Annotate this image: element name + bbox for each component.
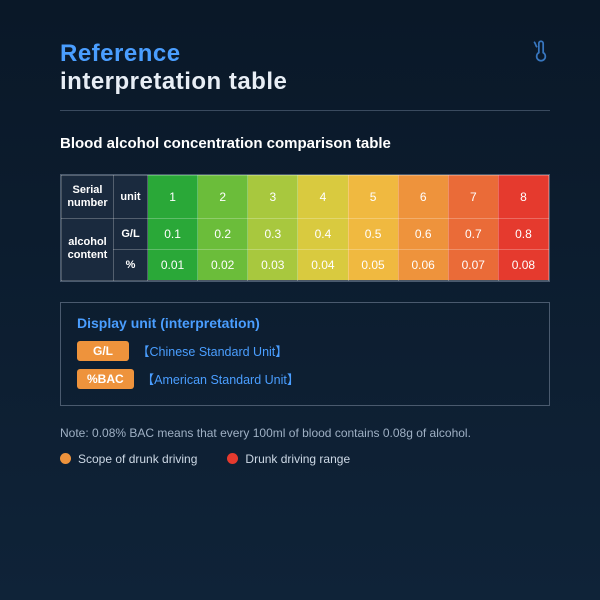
- serial-7: 7: [448, 175, 498, 218]
- interp-row-gl: G/L 【Chinese Standard Unit】: [77, 341, 533, 361]
- table-cell: 0.02: [198, 249, 248, 280]
- table-cell: 0.03: [248, 249, 298, 280]
- legend-drunk-range: Drunk driving range: [227, 452, 350, 466]
- dot-red-icon: [227, 453, 238, 464]
- pill-bac-label: 【American Standard Unit】: [142, 369, 300, 388]
- legend-label: Scope of drunk driving: [78, 452, 197, 466]
- subtitle: Blood alcohol concentration comparison t…: [60, 133, 550, 156]
- page-title-line2: interpretation table: [60, 68, 550, 111]
- footnote: Note: 0.08% BAC means that every 100ml o…: [60, 424, 550, 442]
- pill-bac: %BAC: [77, 369, 134, 389]
- table-cell: 0.07: [448, 249, 498, 280]
- thermometer-icon: [528, 38, 554, 69]
- table-cell: 0.04: [298, 249, 348, 280]
- table-cell: 0.1: [148, 218, 198, 249]
- table-cell: 0.08: [498, 249, 548, 280]
- serial-2: 2: [198, 175, 248, 218]
- interp-row-bac: %BAC 【American Standard Unit】: [77, 369, 533, 389]
- pill-gl: G/L: [77, 341, 129, 361]
- serial-6: 6: [398, 175, 448, 218]
- dot-orange-icon: [60, 453, 71, 464]
- unit-percent: %: [114, 249, 148, 280]
- table-cell: 0.3: [248, 218, 298, 249]
- bac-table: Serial number unit 1 2 3 4 5 6 7 8 alcoh…: [60, 174, 550, 282]
- table-cell: 0.8: [498, 218, 548, 249]
- pill-gl-label: 【Chinese Standard Unit】: [137, 341, 288, 360]
- serial-8: 8: [498, 175, 548, 218]
- page-title-line1: Reference: [60, 40, 550, 68]
- table-cell: 0.06: [398, 249, 448, 280]
- header-alcohol: alcohol content: [62, 218, 114, 280]
- table-cell: 0.6: [398, 218, 448, 249]
- serial-5: 5: [348, 175, 398, 218]
- table-cell: 0.01: [148, 249, 198, 280]
- serial-4: 4: [298, 175, 348, 218]
- table-cell: 0.4: [298, 218, 348, 249]
- serial-1: 1: [148, 175, 198, 218]
- legend-label: Drunk driving range: [245, 452, 350, 466]
- interpretation-title: Display unit (interpretation): [77, 315, 533, 331]
- legend: Scope of drunk driving Drunk driving ran…: [60, 452, 550, 466]
- table-cell: 0.05: [348, 249, 398, 280]
- legend-drunk-scope: Scope of drunk driving: [60, 452, 197, 466]
- header-serial: Serial number: [62, 175, 114, 218]
- header-unit: unit: [114, 175, 148, 218]
- table-cell: 0.2: [198, 218, 248, 249]
- unit-gl: G/L: [114, 218, 148, 249]
- table-cell: 0.5: [348, 218, 398, 249]
- serial-3: 3: [248, 175, 298, 218]
- table-cell: 0.7: [448, 218, 498, 249]
- interpretation-box: Display unit (interpretation) G/L 【Chine…: [60, 302, 550, 406]
